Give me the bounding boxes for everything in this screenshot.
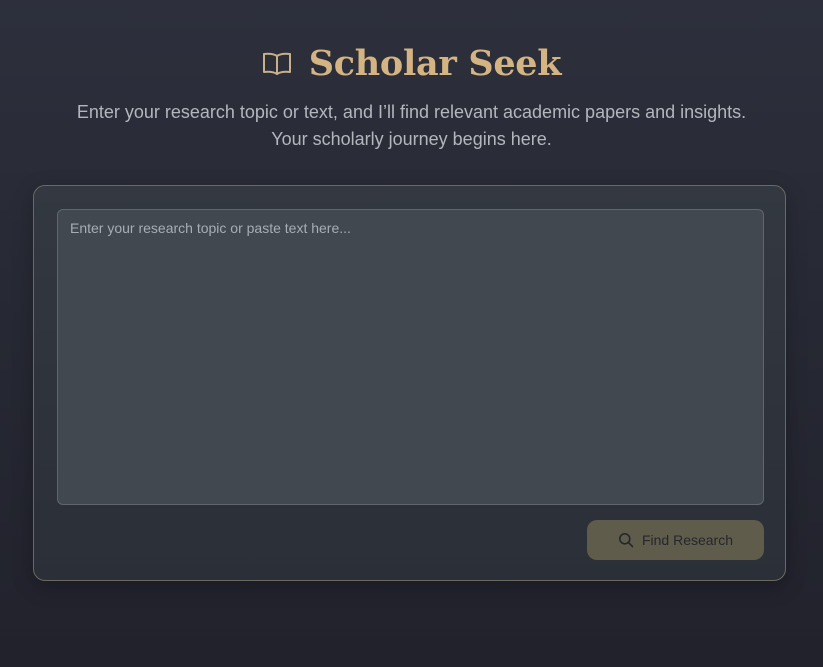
book-open-icon xyxy=(262,50,292,78)
search-card: Find Research xyxy=(33,185,786,581)
app-header: Scholar Seek xyxy=(0,44,823,84)
intro-text: Enter your research topic or text, and I… xyxy=(0,99,823,153)
search-icon xyxy=(618,532,634,548)
find-research-button[interactable]: Find Research xyxy=(587,520,764,560)
intro-line-1: Enter your research topic or text, and I… xyxy=(76,102,747,122)
intro-line-2: Your scholarly journey begins here. xyxy=(271,129,552,149)
app-title: Scholar Seek xyxy=(308,43,562,84)
find-research-label: Find Research xyxy=(641,532,734,548)
research-input[interactable] xyxy=(57,209,764,505)
